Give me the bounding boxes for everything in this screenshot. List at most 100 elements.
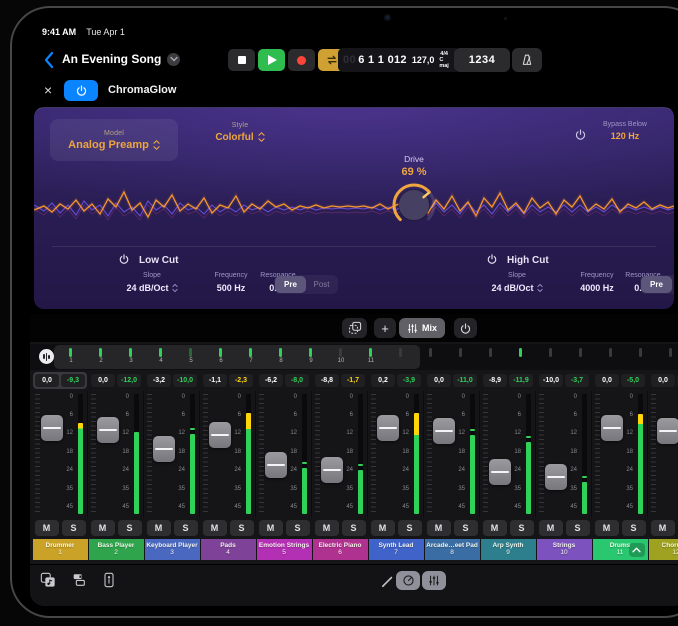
overview-channel[interactable]: 3 (116, 344, 146, 370)
song-title-menu[interactable]: An Evening Song (62, 52, 180, 66)
overview-channel[interactable]: 1 (56, 344, 86, 370)
volume-value[interactable]: 0,0 (651, 374, 675, 387)
low-cut-power-button[interactable] (118, 253, 130, 268)
overview-channel[interactable]: 10 (326, 344, 356, 370)
track-tile[interactable]: Synth Lead 7 (369, 539, 424, 560)
solo-button[interactable]: S (342, 520, 366, 536)
collapse-chevron-button[interactable] (629, 543, 645, 557)
lcd-display[interactable]: 00 6 1 1 012 127,0 4/4 C maj MIDI (338, 48, 460, 72)
solo-button[interactable]: S (286, 520, 310, 536)
mute-button[interactable]: M (539, 520, 563, 536)
volume-value[interactable]: -6,2 (259, 374, 283, 387)
stop-button[interactable] (228, 49, 255, 71)
volume-fader[interactable] (489, 459, 511, 485)
volume-fader[interactable] (209, 422, 231, 448)
overview-strip[interactable]: 1234567891011 (56, 344, 678, 370)
overview-channel[interactable] (416, 344, 446, 370)
mute-button[interactable]: M (203, 520, 227, 536)
volume-fader[interactable] (265, 452, 287, 478)
track-tile[interactable]: Bass Player 2 (89, 539, 144, 560)
overview-channel[interactable]: 7 (236, 344, 266, 370)
record-button[interactable] (288, 49, 315, 71)
volume-fader[interactable] (41, 415, 63, 441)
overview-channel[interactable]: 9 (296, 344, 326, 370)
mute-button[interactable]: M (651, 520, 675, 536)
volume-value[interactable]: 0,2 (371, 374, 395, 387)
volume-value[interactable]: -8,8 (315, 374, 339, 387)
volume-value[interactable]: 0,0 (595, 374, 619, 387)
solo-button[interactable]: S (622, 520, 646, 536)
browser-button[interactable] (40, 572, 56, 593)
low-cut-slope[interactable]: Slope 24 dB/Oct (115, 272, 189, 293)
volume-value[interactable]: -8,9 (483, 374, 507, 387)
track-tile[interactable]: Arp Synth 9 (481, 539, 536, 560)
drive-knob[interactable] (390, 181, 438, 229)
solo-button[interactable]: S (174, 520, 198, 536)
post-button[interactable]: Post (672, 276, 674, 293)
chevron-down-icon[interactable] (167, 53, 180, 66)
high-cut-slope[interactable]: Slope 24 dB/Oct (480, 272, 554, 293)
back-button[interactable] (42, 51, 56, 69)
mute-button[interactable]: M (259, 520, 283, 536)
add-plugin-button[interactable]: + (374, 318, 396, 338)
volume-value[interactable]: 0,0 (35, 374, 59, 387)
style-selector[interactable]: Style Colorful (192, 122, 288, 143)
overview-channel[interactable]: 2 (86, 344, 116, 370)
track-tile[interactable]: Pads 4 (201, 539, 256, 560)
controller-button[interactable] (102, 572, 116, 593)
pre-button[interactable]: Pre (275, 276, 306, 293)
metronome-button[interactable] (512, 48, 542, 72)
volume-fader[interactable] (321, 457, 343, 483)
plugins-button[interactable] (71, 572, 87, 593)
master-channel-icon[interactable] (39, 349, 54, 364)
mixer-power-button[interactable] (454, 318, 477, 338)
overview-channel[interactable] (446, 344, 476, 370)
track-tile[interactable]: Strings 10 (537, 539, 592, 560)
overview-channel[interactable] (476, 344, 506, 370)
mute-button[interactable]: M (147, 520, 171, 536)
overview-channel[interactable] (566, 344, 596, 370)
overview-channel[interactable]: 4 (146, 344, 176, 370)
mute-button[interactable]: M (427, 520, 451, 536)
overview-channel[interactable] (386, 344, 416, 370)
solo-button[interactable]: S (62, 520, 86, 536)
mute-button[interactable]: M (91, 520, 115, 536)
volume-fader[interactable] (545, 464, 567, 490)
copy-settings-button[interactable] (342, 318, 367, 338)
solo-button[interactable]: S (510, 520, 534, 536)
solo-button[interactable]: S (118, 520, 142, 536)
volume-value[interactable]: 0,0 (427, 374, 451, 387)
volume-fader[interactable] (657, 418, 678, 444)
mix-view-button[interactable]: Mix (399, 318, 445, 338)
track-tile[interactable]: Emotion Strings 5 (257, 539, 312, 560)
bypass-below-control[interactable]: Bypass Below 120 Hz (592, 121, 658, 141)
mute-button[interactable]: M (483, 520, 507, 536)
overview-channel[interactable]: 5 (176, 344, 206, 370)
count-in-button[interactable]: 1234 (454, 48, 510, 72)
post-button[interactable]: Post (306, 276, 337, 293)
overview-channel[interactable] (536, 344, 566, 370)
play-button[interactable] (258, 49, 285, 71)
volume-value[interactable]: 0,0 (91, 374, 115, 387)
volume-fader[interactable] (433, 418, 455, 444)
mute-button[interactable]: M (35, 520, 59, 536)
pre-button[interactable]: Pre (641, 276, 672, 293)
mixer-overview[interactable]: 1234567891011 (30, 344, 678, 370)
overview-channel[interactable] (626, 344, 656, 370)
edit-button[interactable] (380, 574, 395, 594)
track-tile[interactable]: Arcade…eet Pad 8 (425, 539, 480, 560)
volume-value[interactable]: -10,0 (539, 374, 563, 387)
high-cut-power-button[interactable] (486, 253, 498, 268)
volume-fader[interactable] (601, 415, 623, 441)
mute-button[interactable]: M (371, 520, 395, 536)
overview-channel[interactable]: 11 (356, 344, 386, 370)
overview-channel[interactable] (506, 344, 536, 370)
volume-fader[interactable] (153, 436, 175, 462)
solo-button[interactable]: S (398, 520, 422, 536)
volume-value[interactable]: -1,1 (203, 374, 227, 387)
track-tile[interactable]: Keyboard Player 3 (145, 539, 200, 560)
mute-button[interactable]: M (315, 520, 339, 536)
model-selector[interactable]: Model Analog Preamp (50, 119, 178, 161)
volume-fader[interactable] (377, 415, 399, 441)
track-tile[interactable]: Drums 11 (593, 539, 648, 560)
